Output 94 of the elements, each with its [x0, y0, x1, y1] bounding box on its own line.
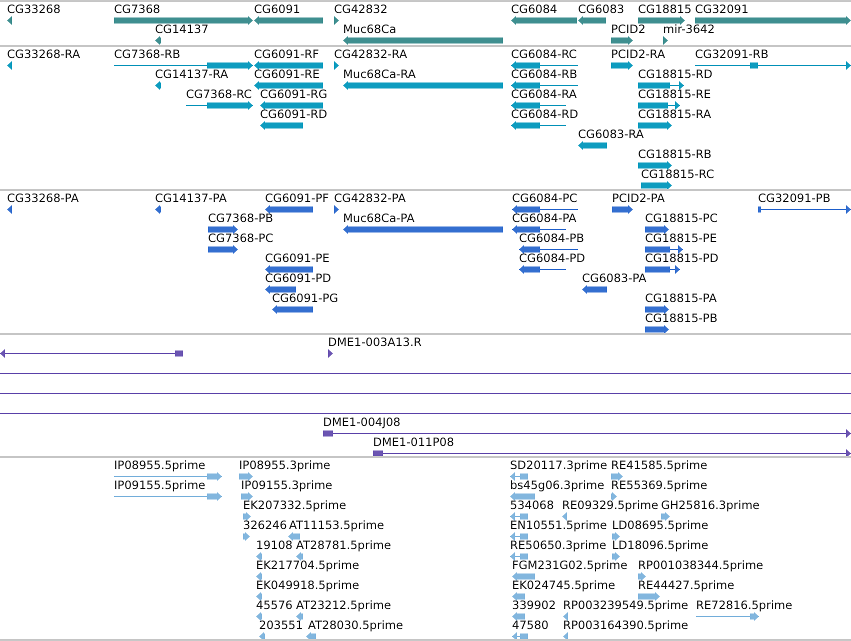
- feature-label: EK024745.5prime: [512, 579, 616, 592]
- feature-label: CG18815-RA: [638, 108, 712, 121]
- feature-label: 19108: [256, 539, 293, 552]
- feature-label: CG18815-PB: [645, 312, 718, 325]
- feature-label: CG18815-PC: [645, 212, 718, 225]
- feature-label: EN10551.5prime: [510, 519, 607, 532]
- feature-label: DME1-003A13.R: [328, 336, 422, 349]
- feature-label: EK207332.5prime: [243, 499, 346, 512]
- feature-label: Muc68Ca-RA: [343, 68, 416, 81]
- feature-label: CG6083: [578, 3, 624, 16]
- feature-label: CG18815-PE: [645, 232, 717, 245]
- feature-label: CG6091-PF: [265, 192, 329, 205]
- feature-label: CG6091-PG: [272, 292, 338, 305]
- feature-label: CG18815: [638, 3, 692, 16]
- feature-label: CG6084-PC: [512, 192, 578, 205]
- feature-label: CG6084-RB: [511, 68, 578, 81]
- feature-label: LD18096.5prime: [612, 539, 708, 552]
- feature-label: RE50650.3prime: [510, 539, 606, 552]
- feature-label: CG6084-PA: [512, 212, 576, 225]
- feature-label: CG18815-RE: [638, 88, 711, 101]
- feature-label: PCID2: [611, 23, 646, 36]
- feature-label: IP08955.3prime: [239, 459, 330, 472]
- feature-label: CG18815-PA: [645, 292, 717, 305]
- feature-label: CG6083-RA: [578, 128, 644, 141]
- feature-label: RE72816.5prime: [696, 599, 792, 612]
- feature-label: CG33268-RA: [7, 48, 80, 61]
- feature-label: CG6083-PA: [582, 272, 646, 285]
- feature-label: IP09155.3prime: [241, 479, 332, 492]
- feature-label: CG18815-RD: [638, 68, 713, 81]
- feature-label: 534068: [510, 499, 554, 512]
- feature-label: AT28781.5prime: [296, 539, 392, 552]
- feature-label: DME1-011P08: [373, 436, 454, 449]
- feature-label: SD20117.3prime: [510, 459, 608, 472]
- feature-label: 47580: [512, 619, 549, 632]
- feature-label: CG6091-RG: [260, 88, 328, 101]
- feature-label: CG32091: [695, 3, 749, 16]
- feature-label: Muc68Ca-PA: [343, 212, 414, 225]
- feature-label: CG6084-RC: [511, 48, 577, 61]
- feature-label: FGM231G02.5prime: [512, 559, 628, 572]
- feature-label: LD08695.5prime: [612, 519, 708, 532]
- feature-label: bs45g06.3prime: [510, 479, 604, 492]
- feature-label: CG7368-RC: [186, 88, 252, 101]
- feature-label: CG14137-PA: [155, 192, 227, 205]
- feature-label: CG6091-RD: [260, 108, 328, 121]
- feature-label: CG6084-RA: [511, 88, 577, 101]
- feature-label: 339902: [512, 599, 556, 612]
- feature-label: CG6084-RD: [511, 108, 578, 121]
- feature-label: EK049918.5prime: [256, 579, 360, 592]
- feature-label: RP003239549.5prime: [563, 599, 688, 612]
- feature-label: PCID2-RA: [611, 48, 666, 61]
- feature-label: CG7368-PC: [208, 232, 274, 245]
- feature-label: CG6084-PD: [519, 252, 586, 265]
- feature-label: CG7368-PB: [208, 212, 274, 225]
- feature-label: RP003164390.5prime: [563, 619, 688, 632]
- feature-label: CG32091-PB: [758, 192, 830, 205]
- feature-label: mir-3642: [663, 23, 715, 36]
- feature-label: CG6091-PE: [265, 252, 330, 265]
- feature-label: 45576: [256, 599, 293, 612]
- feature-label: RP001038344.5prime: [638, 559, 764, 572]
- feature-label: EK217704.5prime: [256, 559, 360, 572]
- feature-label: RE55369.5prime: [611, 479, 708, 492]
- feature-label: IP09155.5prime: [114, 479, 206, 492]
- feature-label: CG6091-RF: [254, 48, 319, 61]
- feature-label: CG42832: [334, 3, 388, 16]
- feature-label: CG6091-RE: [254, 68, 320, 81]
- feature-label: IP08955.5prime: [114, 459, 206, 472]
- feature-label: CG6091: [254, 3, 300, 16]
- feature-label: 326246: [243, 519, 287, 532]
- feature-label: CG6084: [511, 3, 558, 16]
- feature-label: CG18815-RB: [638, 148, 712, 161]
- feature-label: 203551: [259, 619, 303, 632]
- feature-label: RE44427.5prime: [638, 579, 734, 592]
- feature-label: CG33268-PA: [7, 192, 79, 205]
- feature-label: AT28030.5prime: [308, 619, 404, 632]
- feature-label: CG14137-RA: [155, 68, 228, 81]
- feature-label: CG7368-RB: [114, 48, 180, 61]
- feature-label: CG7368: [114, 3, 160, 16]
- feature-label: PCID2-PA: [612, 192, 665, 205]
- feature-label: AT11153.5prime: [289, 519, 384, 532]
- feature-label: AT23212.5prime: [296, 599, 392, 612]
- feature-label: CG18815-RC: [641, 168, 714, 181]
- feature-label: CG18815-PD: [645, 252, 718, 265]
- feature-label: CG32091-RB: [695, 48, 769, 61]
- feature-label: DME1-004J08: [323, 416, 400, 429]
- feature-label: CG42832-RA: [334, 48, 408, 61]
- feature-label: CG42832-PA: [334, 192, 406, 205]
- feature-label: RE09329.5prime: [562, 499, 658, 512]
- feature-label: CG14137: [155, 23, 209, 36]
- feature-label: CG33268: [7, 3, 61, 16]
- feature-label: RE41585.5prime: [611, 459, 708, 472]
- feature-label: GH25816.3prime: [661, 499, 760, 512]
- feature-label: Muc68Ca: [343, 23, 396, 36]
- feature-label: CG6091-PD: [265, 272, 332, 285]
- feature-label: CG6084-PB: [519, 232, 584, 245]
